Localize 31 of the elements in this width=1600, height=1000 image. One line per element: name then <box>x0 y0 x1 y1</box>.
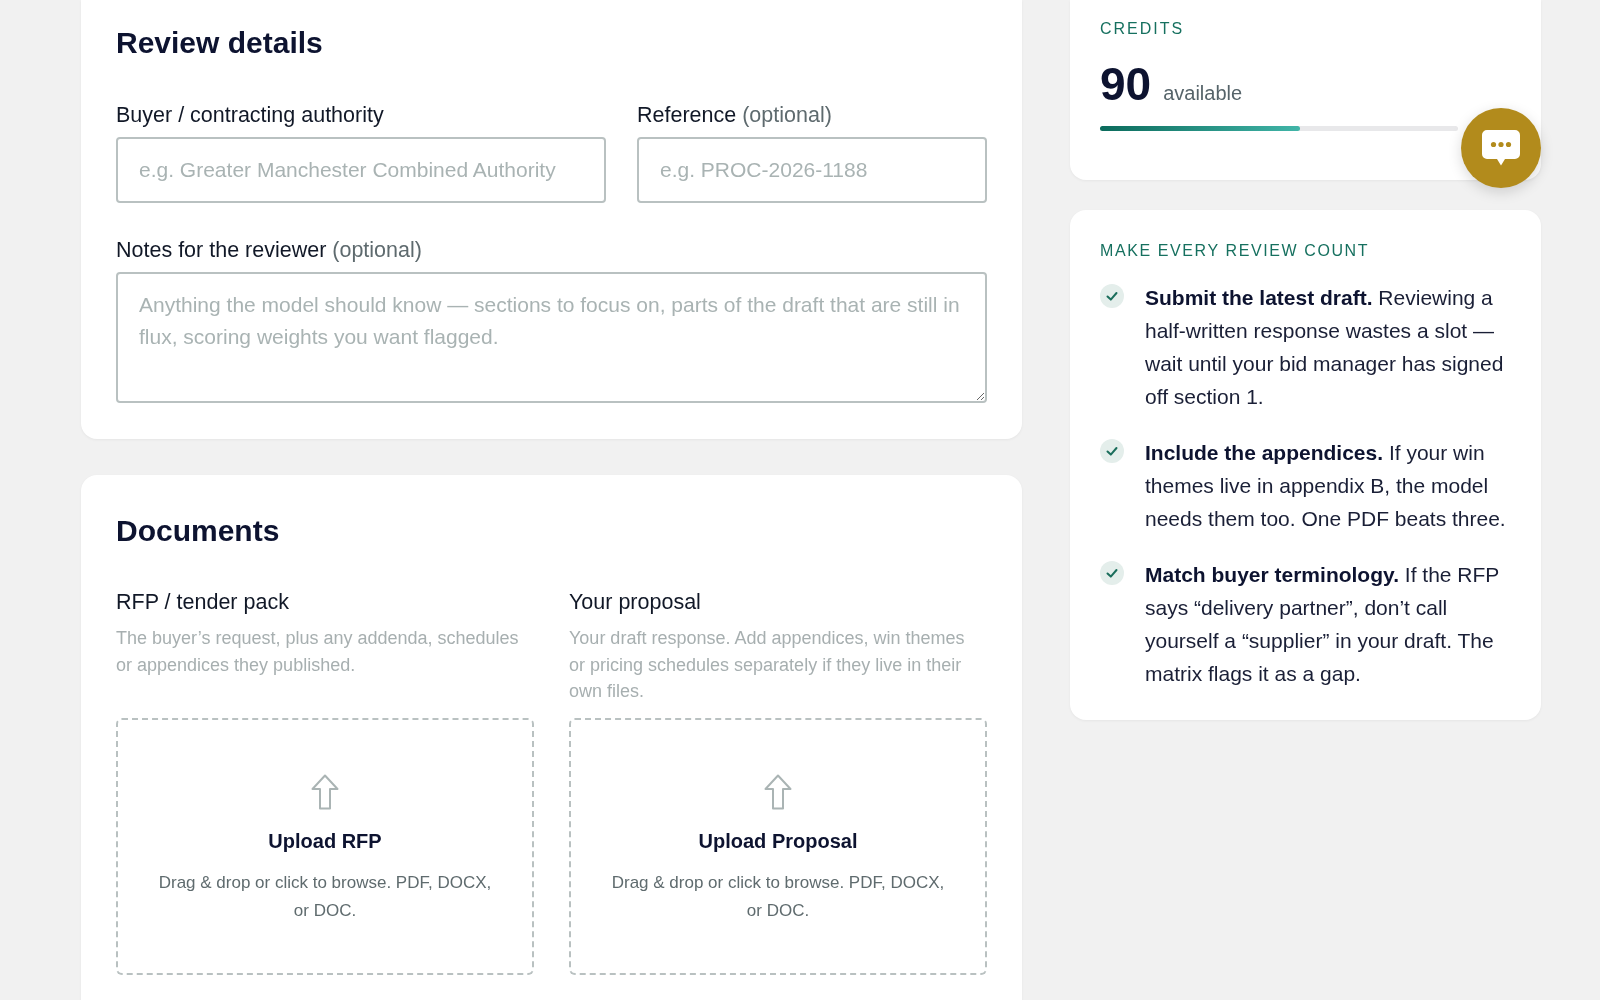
upload-hint: Drag & drop or click to browse. PDF, DOCX, or DOC. <box>610 871 946 922</box>
upload-label: Your proposal <box>569 590 702 614</box>
credits-unit: available <box>1163 81 1243 105</box>
check-icon <box>1100 284 1124 308</box>
field-label: Reference (optional) <box>637 103 833 127</box>
tip-text: Submit the latest draft. Reviewing a half-written response wastes a slot — wait until your bid manager has signed off section 1. <box>1145 285 1505 410</box>
upload-title: Upload Proposal <box>698 828 858 854</box>
check-icon <box>1100 439 1124 463</box>
check-icon <box>1100 561 1124 585</box>
upload-dropzone[interactable]: Upload Proposal Drag & drop or click to browse. PDF, DOCX, or DOC. <box>569 717 987 975</box>
credits-heading: CREDITS <box>1100 19 1186 39</box>
chat-bubble-icon <box>1481 129 1521 167</box>
tip-text: Match buyer terminology. If the RFP says “delivery partner”, don’t call yourself a “supplier” in your draft. The matrix flags it as a gap. <box>1145 562 1500 687</box>
upload-label: RFP / tender pack <box>116 590 290 614</box>
field-label: Buyer / contracting authority <box>116 103 385 127</box>
text-input[interactable]: e.g. Greater Manchester Combined Authority <box>116 137 606 203</box>
text-input[interactable]: e.g. PROC-2026-1188 <box>637 137 987 203</box>
upload-description: The buyer’s request, plus any addenda, schedules or appendices they published. <box>116 627 520 677</box>
upload-arrow-icon <box>311 773 339 810</box>
tips-heading: MAKE EVERY REVIEW COUNT <box>1100 241 1371 261</box>
section-title: Review details <box>116 25 324 61</box>
upload-hint: Drag & drop or click to browse. PDF, DOCX, or DOC. <box>157 871 493 922</box>
upload-title: Upload RFP <box>268 828 382 854</box>
tip-text: Include the appendices. If your win themes live in appendix B, the model needs them too. One PDF beats three. <box>1145 440 1507 532</box>
notes-textarea[interactable]: Anything the model should know — sections to focus on, parts of the draft that are still in flux, scoring weights you want flagged. <box>116 272 987 403</box>
upload-dropzone[interactable]: Upload RFP Drag & drop or click to browse. PDF, DOCX, or DOC. <box>116 717 534 975</box>
field-label: Notes for the reviewer (optional) <box>116 238 423 262</box>
credits-amount: 90 <box>1100 59 1152 109</box>
upload-description: Your draft response. Add appendices, win themes or pricing schedules separately if they live in their own files. <box>569 627 966 703</box>
section-title: Documents <box>116 513 281 549</box>
upload-arrow-icon <box>764 773 792 810</box>
